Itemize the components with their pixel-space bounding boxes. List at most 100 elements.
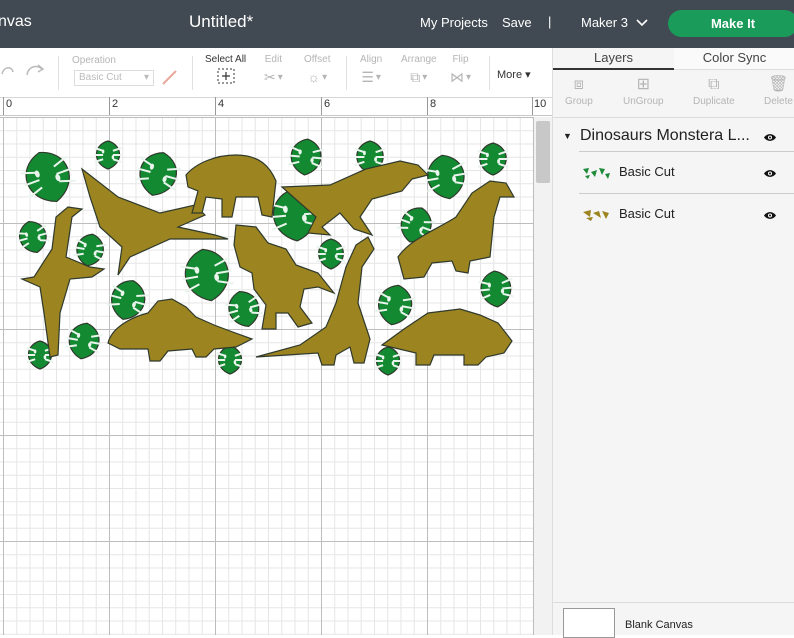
monstera-leaf [20,151,76,203]
chevron-down-icon [636,18,648,26]
operation-value: Basic Cut [79,72,122,83]
top-header-bar: nvas Untitled* My Projects Save | Maker … [0,0,794,48]
my-projects-link[interactable]: My Projects [420,15,488,30]
pen-color-icon[interactable] [160,68,180,86]
monstera-leaf [423,154,469,200]
dropdown-arrow-icon: ▾ [375,72,381,83]
save-link[interactable]: Save [502,15,532,30]
offset-icon: ☼ [307,69,321,85]
align-icon: ☰ [361,69,374,85]
dropdown-arrow-icon: ▾ [322,71,328,83]
align-label: Align [360,54,383,65]
design-canvas[interactable] [0,117,534,635]
layer-row[interactable]: Basic Cut [579,193,794,233]
arrange-icon: ⧉ [410,69,421,85]
machine-selector[interactable]: Maker 3 [581,15,648,30]
dropdown-arrow-icon: ▾ [422,72,428,83]
flip-tool[interactable]: Flip ⋈ ▾ [450,54,471,86]
edit-label: Edit [264,54,282,65]
undo-icon[interactable] [0,62,14,80]
ruler-tick [321,97,322,115]
monstera-leaf [477,142,509,176]
monstera-leaf [216,345,244,375]
monstera-leaf [374,346,402,376]
select-all-icon [217,68,235,84]
trash-icon: 🗑 [768,76,789,93]
ruler-tick [3,97,4,115]
layer-name: Basic Cut [619,206,675,221]
canvas-label: nvas [0,13,32,30]
more-menu-button[interactable]: More ▾ [497,68,531,81]
eye-icon[interactable] [763,211,777,220]
layers-panel: Layers Color Sync ⧈ Group ⊞ UnGroup ⧉ Du… [552,48,794,638]
blank-canvas-swatch[interactable] [563,608,615,638]
select-all-tool[interactable]: Select All [205,54,246,88]
group-label: Group [565,96,593,107]
monstera-leaf [134,152,182,196]
ruler-tick [532,97,533,115]
ruler-label: 4 [218,98,225,110]
edit-tool[interactable]: Edit ✂ ▾ [264,54,283,86]
scissors-icon: ✂ [264,69,276,85]
layer-thumbnail [583,168,610,179]
ruler-label: 8 [430,98,437,110]
offset-tool[interactable]: Offset ☼ ▾ [304,54,331,85]
monstera-leaf [65,322,103,360]
make-it-button[interactable]: Make It [668,10,794,37]
panel-divider [553,602,794,603]
dropdown-arrow-icon: ▾ [525,69,531,81]
layer-name: Basic Cut [619,164,675,179]
group-icon: ⧈ [573,76,584,93]
scrollbar-thumb[interactable] [536,121,550,183]
dropdown-arrow-icon: ▾ [277,72,283,83]
horizontal-ruler: 0 2 4 6 8 10 [0,97,552,116]
machine-name: Maker 3 [581,15,628,30]
ungroup-button[interactable]: ⊞ UnGroup [623,74,664,107]
delete-button[interactable]: 🗑 Delete [764,74,793,107]
duplicate-label: Duplicate [693,96,735,107]
offset-label: Offset [304,54,331,65]
dinosaur-monstera-design[interactable] [0,117,534,635]
edit-toolbar: Operation Basic Cut ▾ Select All Edit ✂ ▾… [0,48,552,98]
delete-label: Delete [764,96,793,107]
document-title[interactable]: Untitled* [189,12,253,32]
blank-canvas-label: Blank Canvas [625,619,693,631]
tab-layers[interactable]: Layers [553,48,674,70]
ruler-label: 0 [6,98,13,110]
monstera-leaf [316,238,346,270]
eye-icon[interactable] [763,133,777,142]
layer-tools: ⧈ Group ⊞ UnGroup ⧉ Duplicate 🗑 Delete [553,70,794,118]
select-arrow-icon: ▾ [143,72,149,83]
toolbar-divider [346,56,347,90]
canvas-scrollbar[interactable] [534,117,552,635]
operation-select[interactable]: Basic Cut ▾ [74,70,154,86]
ruler-label: 6 [324,98,331,110]
select-all-label: Select All [205,54,247,65]
monstera-leaf [374,284,416,326]
more-label: More [497,69,523,81]
layer-row[interactable]: Basic Cut [579,151,794,191]
ruler-tick [215,97,216,115]
ruler-label: 2 [112,98,119,110]
monstera-leaf [16,220,50,254]
duplicate-icon: ⧉ [708,76,720,93]
redo-icon[interactable] [24,61,46,79]
group-name: Dinosaurs Monstera L... [580,127,750,144]
toolbar-divider [489,56,490,90]
ruler-tick [427,97,428,115]
monstera-leaf [287,138,325,176]
header-separator: | [548,14,552,29]
monstera-leaf [477,270,515,308]
ruler-label: 10 [534,98,547,110]
layer-group-row[interactable]: ▼ Dinosaurs Monstera L... [553,124,794,150]
duplicate-button[interactable]: ⧉ Duplicate [693,74,735,107]
collapse-caret-icon[interactable]: ▼ [563,131,572,141]
eye-icon[interactable] [763,169,777,178]
align-tool[interactable]: Align ☰ ▾ [360,54,382,86]
panel-tabs: Layers Color Sync [553,48,794,70]
arrange-tool[interactable]: Arrange ⧉ ▾ [401,54,437,86]
group-button[interactable]: ⧈ Group [565,74,593,107]
layer-thumbnail [583,210,609,221]
operation-label: Operation [72,55,116,66]
tab-color-sync[interactable]: Color Sync [674,48,794,70]
